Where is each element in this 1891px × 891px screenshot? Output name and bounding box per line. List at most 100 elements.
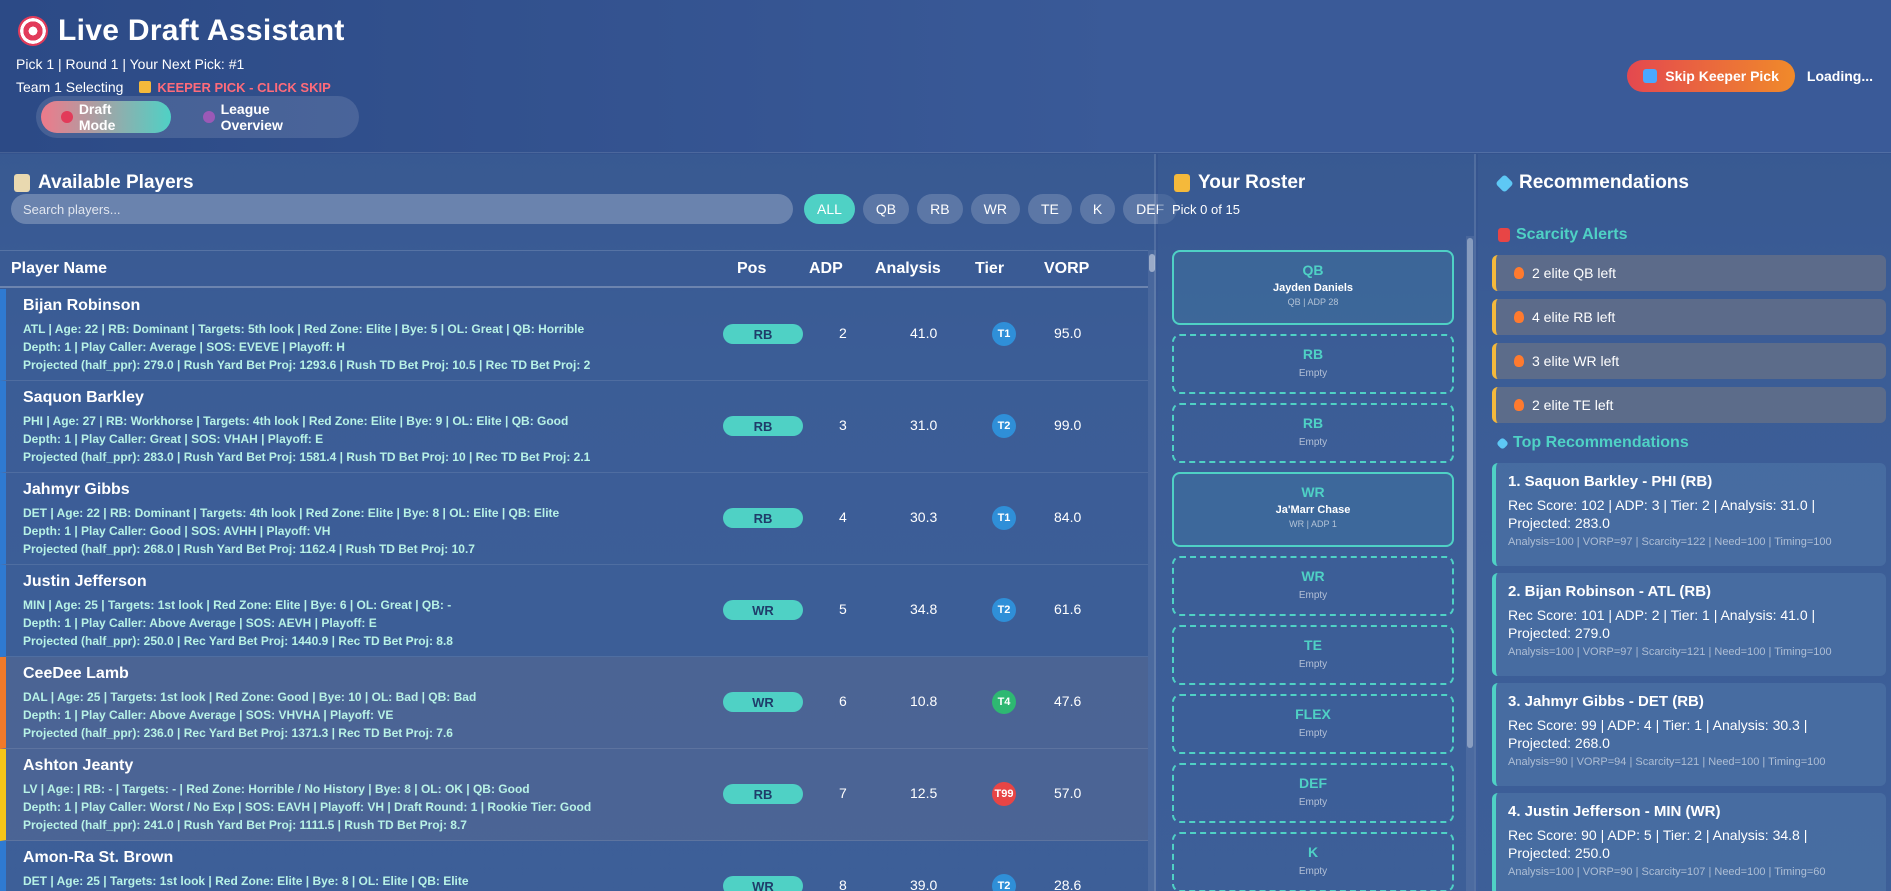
- recommendation-title: 4. Justin Jefferson - MIN (WR): [1508, 803, 1721, 820]
- adp-value: 5: [839, 601, 847, 617]
- vorp-value: 47.6: [1054, 693, 1082, 709]
- roster-slot-k[interactable]: K Empty: [1172, 832, 1454, 891]
- recommendation-summary: Rec Score: 90 | ADP: 5 | Tier: 2 | Analy…: [1508, 827, 1808, 861]
- adp-value: 6: [839, 693, 847, 709]
- analysis-value: 12.5: [910, 785, 938, 801]
- filter-te[interactable]: TE: [1027, 194, 1072, 224]
- tier-badge: T2: [992, 414, 1016, 438]
- people-icon: [202, 111, 215, 123]
- siren-icon: [1498, 228, 1510, 242]
- filter-wr[interactable]: WR: [970, 194, 1020, 224]
- player-details: PHI | Age: 27 | RB: Workhorse | Targets:…: [23, 414, 569, 428]
- roster-heading: Your Roster: [1174, 172, 1305, 194]
- filter-rb[interactable]: RB: [917, 194, 963, 224]
- gem-icon: [1495, 173, 1514, 193]
- column-adp[interactable]: ADP: [809, 260, 843, 278]
- fire-icon: [1514, 355, 1524, 367]
- slot-empty-label: Empty: [1298, 659, 1328, 670]
- slot-empty-label: Empty: [1298, 437, 1328, 448]
- vorp-value: 28.6: [1054, 877, 1082, 891]
- player-projection: Projected (half_ppr): 241.0 | Rush Yard …: [23, 818, 467, 832]
- roster-slot-te[interactable]: TE Empty: [1172, 625, 1454, 685]
- skip-keeper-button[interactable]: Skip Keeper Pick: [1627, 60, 1795, 92]
- recommendation-card[interactable]: 4. Justin Jefferson - MIN (WR) Rec Score…: [1492, 793, 1886, 891]
- filter-all[interactable]: ALL: [804, 194, 855, 224]
- clipboard-icon: [14, 174, 30, 192]
- recommendation-card[interactable]: 3. Jahmyr Gibbs - DET (RB) Rec Score: 99…: [1492, 683, 1886, 786]
- table-row[interactable]: Ashton Jeanty LV | Age: | RB: - | Target…: [0, 749, 1148, 841]
- table-row[interactable]: CeeDee Lamb DAL | Age: 25 | Targets: 1st…: [0, 657, 1148, 749]
- tier-badge: T2: [992, 874, 1016, 891]
- roster-slot-rb[interactable]: RB Empty: [1172, 403, 1454, 463]
- analysis-value: 34.8: [910, 601, 938, 617]
- scarcity-alert: 4 elite RB left: [1492, 299, 1886, 335]
- players-scrollbar[interactable]: [1148, 250, 1156, 891]
- roster-slot-wr[interactable]: WR Ja'Marr Chase WR | ADP 1: [1172, 472, 1454, 547]
- recommendations-heading: Recommendations: [1495, 172, 1689, 194]
- analysis-value: 41.0: [910, 325, 938, 341]
- table-row[interactable]: Jahmyr Gibbs DET | Age: 22 | RB: Dominan…: [0, 473, 1148, 565]
- roster-slot-qb[interactable]: QB Jayden Daniels QB | ADP 28: [1172, 250, 1454, 325]
- mode-switch: Draft Mode League Overview: [36, 96, 359, 138]
- position-filters: ALL QB RB WR TE K DEF: [804, 194, 1178, 224]
- player-depth: Depth: 1 | Play Caller: Worst / No Exp |…: [23, 800, 592, 814]
- tier-badge: T4: [992, 690, 1016, 714]
- recommendation-scores: Analysis=100 | VORP=97 | Scarcity=122 | …: [1508, 536, 1832, 548]
- filter-qb[interactable]: QB: [862, 194, 910, 224]
- column-pos[interactable]: Pos: [737, 260, 766, 278]
- keeper-warning-text: KEEPER PICK - CLICK SKIP: [157, 79, 331, 95]
- league-overview-button[interactable]: League Overview: [183, 101, 354, 133]
- column-tier[interactable]: Tier: [975, 260, 1004, 278]
- table-row[interactable]: Justin Jefferson MIN | Age: 25 | Targets…: [0, 565, 1148, 657]
- roster-slot-flex[interactable]: FLEX Empty: [1172, 694, 1454, 754]
- roster-title: Your Roster: [1198, 172, 1306, 193]
- position-badge: RB: [723, 324, 803, 344]
- recommendation-scores: Analysis=90 | VORP=94 | Scarcity=121 | N…: [1508, 756, 1826, 768]
- slot-position: TE: [1304, 637, 1322, 653]
- analysis-value: 10.8: [910, 693, 938, 709]
- player-name: Saquon Barkley: [23, 389, 144, 406]
- table-row[interactable]: Saquon Barkley PHI | Age: 27 | RB: Workh…: [0, 381, 1148, 473]
- roster-slot-def[interactable]: DEF Empty: [1172, 763, 1454, 823]
- slot-position: FLEX: [1295, 706, 1331, 722]
- recommendation-title: 1. Saquon Barkley - PHI (RB): [1508, 473, 1713, 490]
- recommendation-title: 2. Bijan Robinson - ATL (RB): [1508, 583, 1712, 600]
- scarcity-alert: 3 elite WR left: [1492, 343, 1886, 379]
- fire-icon: [1514, 311, 1524, 323]
- player-table-body: Bijan Robinson ATL | Age: 22 | RB: Domin…: [0, 289, 1148, 891]
- slot-player-name: Ja'Marr Chase: [1275, 504, 1351, 516]
- roster-slot-rb[interactable]: RB Empty: [1172, 334, 1454, 394]
- recommendations-title: Recommendations: [1519, 172, 1689, 193]
- player-details: MIN | Age: 25 | Targets: 1st look | Red …: [23, 598, 452, 612]
- target-icon: [61, 111, 73, 123]
- roster-slot-wr[interactable]: WR Empty: [1172, 556, 1454, 616]
- table-row[interactable]: Bijan Robinson ATL | Age: 22 | RB: Domin…: [0, 289, 1148, 381]
- roster-panel: Your Roster Pick 0 of 15 QB Jayden Danie…: [1158, 154, 1476, 891]
- draft-mode-button[interactable]: Draft Mode: [41, 101, 171, 133]
- player-details: ATL | Age: 22 | RB: Dominant | Targets: …: [23, 322, 585, 336]
- recommendation-card[interactable]: 1. Saquon Barkley - PHI (RB) Rec Score: …: [1492, 463, 1886, 566]
- roster-scroll-thumb[interactable]: [1467, 238, 1473, 748]
- available-players-heading: Available Players: [14, 172, 194, 194]
- scarcity-alert: 2 elite TE left: [1492, 387, 1886, 423]
- column-player-name[interactable]: Player Name: [11, 260, 107, 278]
- top-recommendations-heading: Top Recommendations: [1496, 434, 1689, 452]
- recommendation-scores: Analysis=100 | VORP=97 | Scarcity=121 | …: [1508, 646, 1832, 658]
- table-row[interactable]: Amon-Ra St. Brown DET | Age: 25 | Target…: [0, 841, 1148, 891]
- player-name: Amon-Ra St. Brown: [23, 849, 174, 866]
- position-badge: RB: [723, 508, 803, 528]
- column-vorp[interactable]: VORP: [1044, 260, 1089, 278]
- recommendation-card[interactable]: 2. Bijan Robinson - ATL (RB) Rec Score: …: [1492, 573, 1886, 676]
- search-input[interactable]: [11, 194, 793, 224]
- header: Live Draft Assistant Pick 1 | Round 1 | …: [0, 0, 1891, 153]
- player-depth: Depth: 1 | Play Caller: Above Average | …: [23, 616, 377, 630]
- team-selecting: Team 1 Selecting: [16, 79, 124, 95]
- slot-position: K: [1307, 844, 1319, 860]
- players-scroll-thumb[interactable]: [1149, 254, 1155, 272]
- vorp-value: 95.0: [1054, 325, 1082, 341]
- lock-icon: [139, 81, 152, 93]
- column-analysis[interactable]: Analysis: [875, 260, 941, 278]
- player-details: DET | Age: 25 | Targets: 1st look | Red …: [23, 874, 469, 888]
- recommendation-scores: Analysis=100 | VORP=90 | Scarcity=107 | …: [1508, 866, 1826, 878]
- filter-k[interactable]: K: [1079, 194, 1116, 224]
